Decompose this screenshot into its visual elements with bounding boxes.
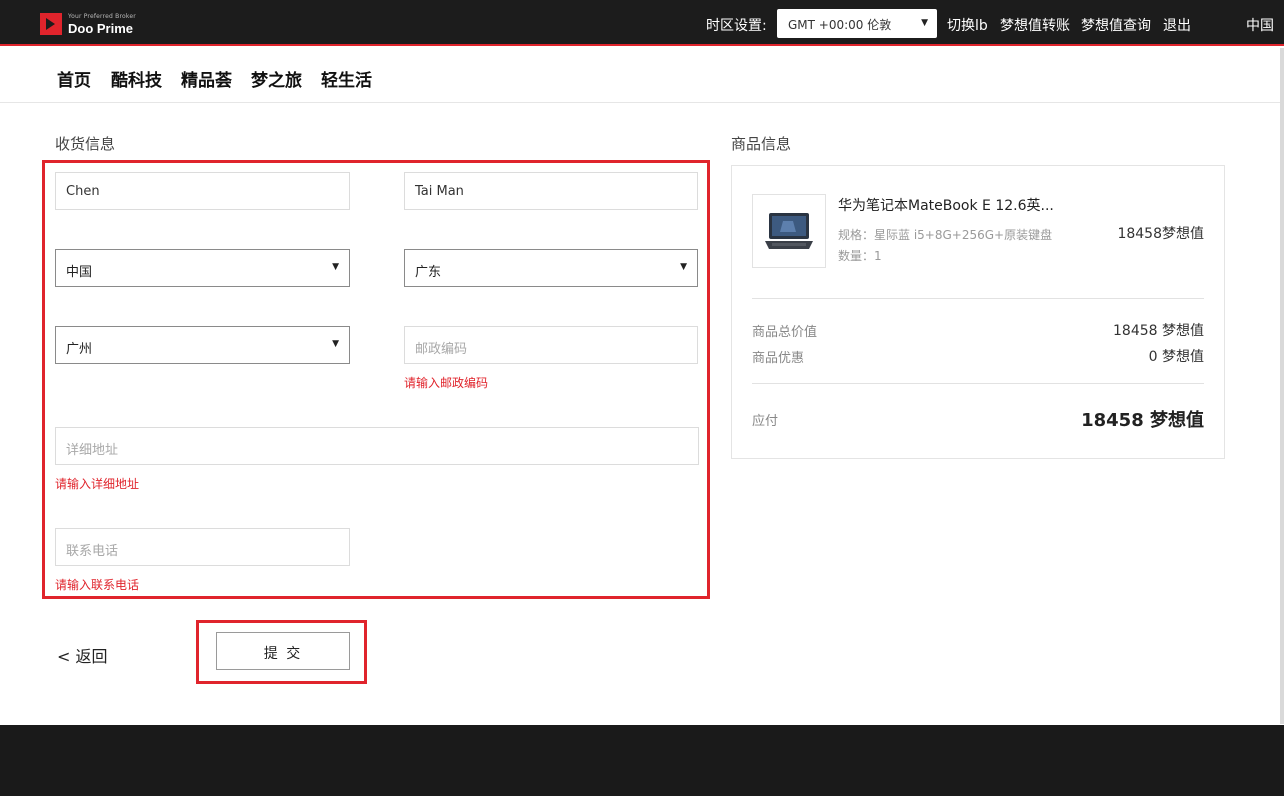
nav-cool-tech[interactable]: 酷科技	[111, 66, 162, 91]
country-select[interactable]: 中国 ▼	[55, 249, 350, 287]
timezone-value: GMT +00:00 伦敦	[788, 18, 892, 32]
product-title: 商品信息	[731, 135, 792, 153]
nav-boutique[interactable]: 精品荟	[181, 66, 232, 91]
nav-light-life[interactable]: 轻生活	[321, 66, 372, 91]
doo-prime-logo[interactable]: Your Preferred Broker Doo Prime	[40, 11, 136, 37]
product-name[interactable]: 华为笔记本MateBook E 12.6英...	[838, 195, 1054, 215]
laptop-image-icon	[765, 213, 813, 249]
shipping-title: 收货信息	[55, 135, 116, 153]
chevron-down-icon: ▼	[921, 18, 928, 28]
city-value: 广州	[66, 342, 93, 357]
phone-field[interactable]: 联系电话	[55, 528, 350, 566]
discount-label: 商品优惠	[752, 351, 805, 366]
logo-text: Your Preferred Broker Doo Prime	[68, 12, 136, 36]
nav-home[interactable]: 首页	[57, 66, 91, 91]
phone-error: 请输入联系电话	[55, 578, 140, 592]
city-select[interactable]: 广州 ▼	[55, 326, 350, 364]
timezone-label: 时区设置:	[706, 18, 767, 34]
chevron-down-icon: ▼	[332, 262, 339, 272]
postcode-error: 请输入邮政编码	[404, 376, 489, 390]
logo-mark-icon	[40, 13, 62, 35]
product-thumbnail[interactable]	[752, 194, 826, 268]
points-query-link[interactable]: 梦想值查询	[1081, 15, 1151, 35]
discount-value: 0 梦想值	[1148, 349, 1204, 365]
product-price: 18458梦想值	[1117, 226, 1204, 242]
back-link[interactable]: < 返回	[57, 643, 108, 667]
chevron-down-icon: ▼	[680, 262, 687, 272]
postcode-field[interactable]: 邮政编码	[404, 326, 698, 364]
language-switch[interactable]: 中国	[1246, 15, 1274, 35]
submit-button[interactable]: 提 交	[216, 632, 350, 670]
logo-tagline: Your Preferred Broker	[68, 12, 136, 20]
product-quantity: 数量：1	[838, 249, 882, 263]
total-label: 应付	[752, 414, 779, 429]
address-error: 请输入详细地址	[55, 477, 140, 491]
switch-lb-link[interactable]: 切换lb	[947, 15, 988, 35]
product-spec: 规格：星际蓝 i5+8G+256G+原装键盘	[838, 228, 1053, 242]
total-value: 18458 梦想值	[1081, 410, 1204, 431]
divider	[752, 383, 1204, 384]
province-value: 广东	[415, 265, 442, 280]
chevron-down-icon: ▼	[332, 339, 339, 349]
main-nav: 首页 酷科技 精品荟 梦之旅 轻生活	[0, 48, 1284, 103]
address-field[interactable]: 详细地址	[55, 427, 699, 465]
subtotal-label: 商品总价值	[752, 325, 818, 340]
subtotal-value: 18458 梦想值	[1113, 323, 1204, 339]
timezone-select[interactable]: GMT +00:00 伦敦 ▼	[777, 9, 937, 38]
country-value: 中国	[66, 265, 93, 280]
first-name-value: Chen	[66, 184, 100, 199]
top-bar: Your Preferred Broker Doo Prime 时区设置: GM…	[0, 0, 1284, 46]
points-transfer-link[interactable]: 梦想值转账	[1000, 15, 1070, 35]
last-name-field[interactable]: Tai Man	[404, 172, 698, 210]
postcode-placeholder: 邮政编码	[415, 342, 468, 357]
footer	[0, 725, 1284, 796]
divider	[752, 298, 1204, 299]
nav-dream-trip[interactable]: 梦之旅	[251, 66, 302, 91]
logout-link[interactable]: 退出	[1163, 15, 1191, 35]
phone-placeholder: 联系电话	[66, 544, 119, 559]
first-name-field[interactable]: Chen	[55, 172, 350, 210]
last-name-value: Tai Man	[415, 184, 464, 199]
address-placeholder: 详细地址	[66, 443, 119, 458]
logo-name: Doo Prime	[68, 20, 134, 36]
scrollbar[interactable]	[1280, 48, 1284, 724]
province-select[interactable]: 广东 ▼	[404, 249, 698, 287]
